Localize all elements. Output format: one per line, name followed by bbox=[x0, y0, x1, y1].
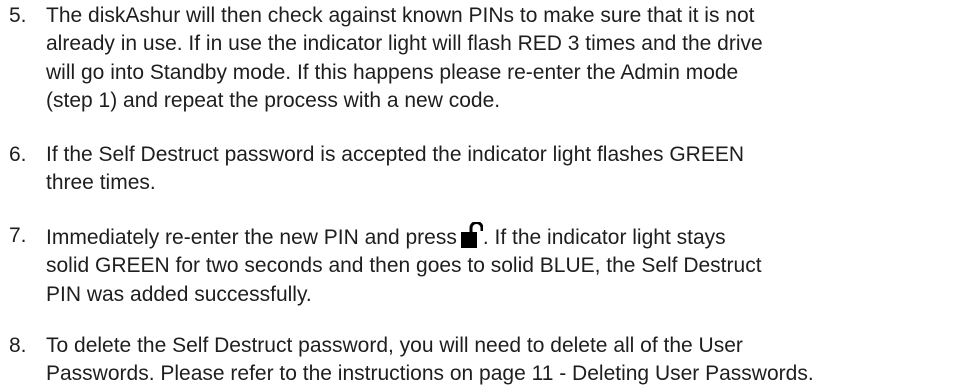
step-line: solid GREEN for two seconds and then goe… bbox=[46, 254, 762, 278]
step-line: (step 1) and repeat the process with a n… bbox=[46, 88, 501, 112]
step-number: 5. bbox=[9, 4, 27, 27]
step-line: will go into Standby mode. If this happe… bbox=[46, 60, 739, 84]
step-text: Immediately re-enter the new PIN and pre… bbox=[46, 222, 978, 309]
step-number: 8. bbox=[9, 334, 27, 357]
step-text: To delete the Self Destruct password, yo… bbox=[46, 332, 978, 389]
step-number: 6. bbox=[9, 143, 27, 166]
step-line-text: . If the indicator light stays bbox=[482, 226, 726, 249]
step-text: If the Self Destruct password is accepte… bbox=[46, 141, 978, 198]
step-line: three times. bbox=[46, 171, 156, 195]
step-line: The diskAshur will then check against kn… bbox=[46, 4, 755, 27]
step-line: To delete the Self Destruct password, yo… bbox=[46, 334, 743, 357]
step-line: already in use. If in use the indicator … bbox=[46, 32, 763, 56]
step-text: The diskAshur will then check against kn… bbox=[46, 2, 978, 115]
step-line: Immediately re-enter the new PIN and pre… bbox=[46, 222, 978, 252]
step-line: If the Self Destruct password is accepte… bbox=[46, 143, 744, 166]
step-line: Passwords. Please refer to the instructi… bbox=[46, 362, 814, 386]
step-number: 7. bbox=[9, 224, 27, 247]
step-line-text: Immediately re-enter the new PIN and pre… bbox=[46, 226, 457, 249]
step-line: PIN was added successfully. bbox=[46, 282, 312, 306]
unlock-icon bbox=[460, 222, 483, 248]
